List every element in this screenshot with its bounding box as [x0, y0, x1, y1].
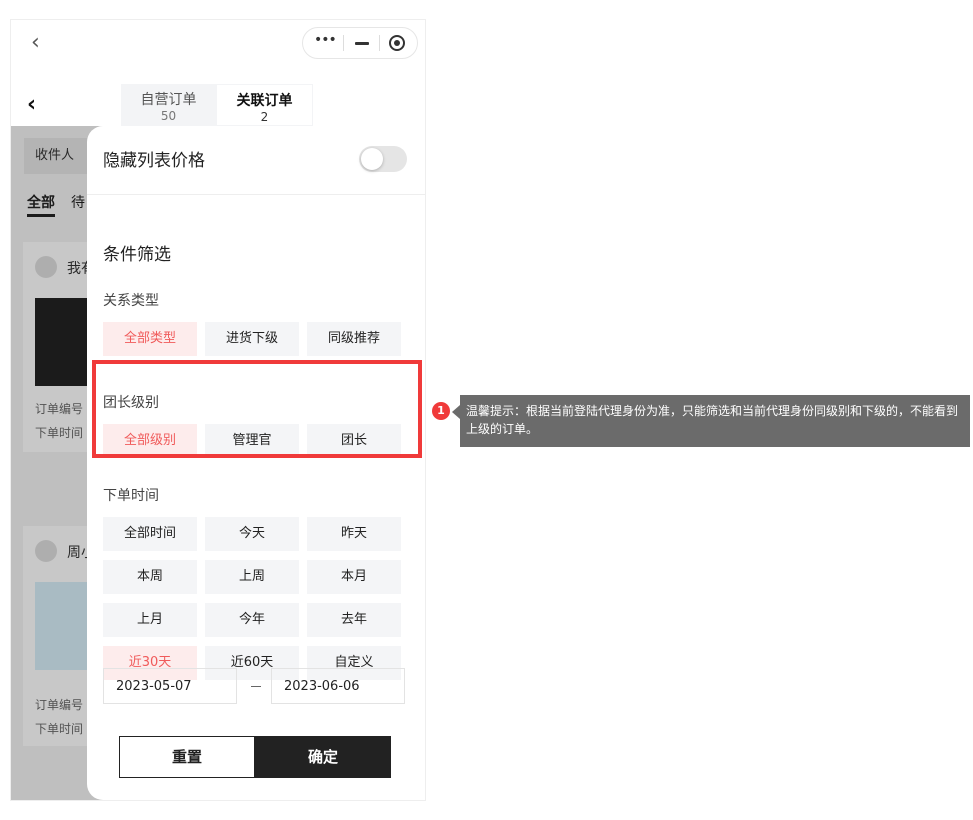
relation-type-title: 关系类型 — [103, 293, 159, 309]
time-option-chip[interactable]: 上周 — [205, 560, 299, 594]
more-dots-icon[interactable]: ••• — [314, 32, 337, 48]
tab-self-count: 50 — [160, 109, 177, 123]
date-range-dash — [251, 686, 261, 687]
relation-option-chip[interactable]: 同级推荐 — [307, 322, 401, 356]
time-option-chip[interactable]: 今天 — [205, 517, 299, 551]
annotation-tooltip: 温馨提示：根据当前登陆代理身份为准，只能筛选和当前代理身份同级别和下级的，不能看… — [452, 395, 970, 447]
time-option-chip[interactable]: 今年 — [205, 603, 299, 637]
mini-program-bar: ‹ ••• — [11, 20, 425, 68]
back-chevron-icon[interactable]: ‹ — [31, 30, 40, 55]
hide-price-label: 隐藏列表价格 — [103, 151, 205, 171]
time-option-chip[interactable]: 昨天 — [307, 517, 401, 551]
time-option-chip[interactable]: 全部时间 — [103, 517, 197, 551]
order-time-title: 下单时间 — [103, 488, 159, 504]
capsule-divider — [343, 35, 344, 51]
close-target-icon[interactable] — [389, 35, 405, 51]
capsule-divider — [379, 35, 380, 51]
divider — [87, 194, 425, 195]
confirm-button[interactable]: 确定 — [255, 736, 391, 778]
tab-linked-orders[interactable]: 关联订单 2 — [216, 84, 313, 126]
tab-linked-count: 2 — [260, 110, 269, 124]
back-arrow-icon[interactable]: ‹ — [27, 92, 36, 117]
end-date-input[interactable]: 2023-06-06 — [271, 668, 405, 704]
tab-self-label: 自营订单 — [140, 92, 197, 108]
tab-self-orders[interactable]: 自营订单 50 — [121, 84, 216, 126]
highlight-box — [92, 360, 422, 458]
time-option-chip[interactable]: 上月 — [103, 603, 197, 637]
filter-title: 条件筛选 — [103, 245, 171, 265]
reset-button[interactable]: 重置 — [119, 736, 255, 778]
start-date-input[interactable]: 2023-05-07 — [103, 668, 237, 704]
relation-option-chip[interactable]: 全部类型 — [103, 322, 197, 356]
hide-price-toggle[interactable] — [359, 146, 407, 172]
time-option-chip[interactable]: 本月 — [307, 560, 401, 594]
relation-option-chip[interactable]: 进货下级 — [205, 322, 299, 356]
order-type-tabs: 自营订单 50 关联订单 2 — [121, 84, 313, 126]
capsule-menu[interactable]: ••• — [302, 27, 418, 59]
annotation-badge: 1 — [432, 402, 450, 420]
time-option-chip[interactable]: 去年 — [307, 603, 401, 637]
time-option-chip[interactable]: 本周 — [103, 560, 197, 594]
minimize-icon[interactable] — [355, 42, 369, 45]
filter-drawer: 隐藏列表价格 条件筛选 关系类型 全部类型 进货下级 同级推荐 团长级别 全部级别管… — [87, 126, 425, 800]
toggle-knob — [361, 148, 383, 170]
tab-linked-label: 关联订单 — [236, 93, 293, 109]
